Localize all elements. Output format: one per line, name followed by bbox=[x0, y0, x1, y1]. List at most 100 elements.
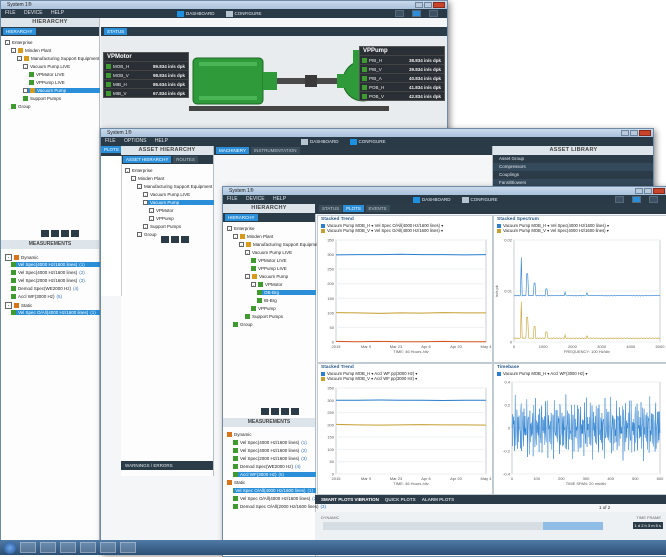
taskbar-app-button[interactable] bbox=[80, 542, 96, 553]
menu-file[interactable]: FILE bbox=[105, 138, 116, 144]
measurement-item[interactable]: Vel Spec O/All(4000 Hz/1600 lines)(2) bbox=[233, 496, 318, 501]
menu-help[interactable]: HELP bbox=[273, 196, 286, 202]
menu-help[interactable]: HELP bbox=[155, 138, 168, 144]
tool-button[interactable] bbox=[429, 10, 438, 17]
menu-device[interactable]: DEVICE bbox=[246, 196, 265, 202]
configure-button[interactable]: CONFIGURE bbox=[462, 195, 505, 204]
tool-button[interactable] bbox=[171, 236, 179, 243]
tool-button[interactable] bbox=[261, 408, 269, 415]
start-button[interactable] bbox=[4, 542, 16, 554]
hierarchy-tab[interactable]: HIERARCHY bbox=[3, 28, 36, 35]
taskbar-app-button[interactable] bbox=[120, 542, 136, 553]
tab-plots[interactable]: PLOTS bbox=[101, 146, 122, 153]
tool-button[interactable] bbox=[291, 408, 299, 415]
maximize-button[interactable] bbox=[644, 188, 652, 194]
taskbar-app-button[interactable] bbox=[60, 542, 76, 553]
tree-item[interactable]: -Vacuum Pump LIVE bbox=[143, 192, 190, 197]
tool-button[interactable] bbox=[395, 10, 404, 17]
configure-button[interactable]: CONFIGURE bbox=[350, 137, 393, 146]
tree-item[interactable]: -Manufacturing Support Equipment bbox=[17, 56, 99, 61]
asset-library-item[interactable]: Compressors bbox=[493, 163, 654, 171]
close-button[interactable] bbox=[653, 188, 665, 194]
tree-item[interactable]: -Minden Plant bbox=[11, 48, 51, 53]
plot-stacked-trend-2[interactable]: Stacked Trend Vacuum Pump MOB_H ▾ Accl W… bbox=[317, 363, 493, 495]
minimize-button[interactable] bbox=[621, 130, 629, 136]
tool-button[interactable] bbox=[71, 230, 79, 237]
tree-item[interactable]: Group bbox=[11, 104, 31, 109]
tree-item-selected[interactable]: -Vacuum Pump bbox=[23, 88, 100, 93]
tree-item-selected[interactable]: OB-Brg bbox=[257, 290, 316, 295]
configure-button[interactable]: CONFIGURE bbox=[226, 9, 269, 18]
dashboard-button[interactable]: DASHBOARD bbox=[177, 9, 222, 18]
tree-item[interactable]: VPPump LIVE bbox=[29, 80, 65, 85]
tree-item[interactable]: -Minden Plant bbox=[233, 234, 273, 239]
tool-button[interactable] bbox=[161, 236, 169, 243]
measurement-item[interactable]: Vel Spec(4000 Hz/1600 lines)(2) bbox=[11, 270, 85, 275]
tree-item-selected[interactable]: -Vacuum Pump bbox=[143, 200, 214, 205]
tool-button[interactable] bbox=[51, 230, 59, 237]
measurement-item[interactable]: Vel Spec(2000 Hz/1600 lines)(3) bbox=[11, 278, 85, 283]
measurement-item-selected[interactable]: Vel Spec O/All(4000 Hz/1600 lines)(1) bbox=[233, 488, 316, 493]
time-range-button[interactable]: 1 d 2 h 3 m 5 s bbox=[633, 522, 663, 529]
tree-item[interactable]: IB-Brg bbox=[257, 298, 277, 303]
measurement-item[interactable]: Demod Spec(WE2000 Hz)(4) bbox=[233, 464, 301, 469]
tree-item[interactable]: -Vacuum Pump LIVE bbox=[245, 250, 292, 255]
tab-status[interactable]: STATUS bbox=[319, 205, 342, 212]
timeline-window[interactable] bbox=[543, 522, 603, 530]
minimize-button[interactable] bbox=[415, 2, 423, 8]
tree-item[interactable]: -Enterprise bbox=[5, 40, 33, 45]
tree-item[interactable]: -Manufacturing Support Equipment bbox=[239, 242, 321, 247]
tool-button[interactable] bbox=[41, 230, 49, 237]
tree-item[interactable]: -Enterprise bbox=[227, 226, 255, 231]
tool-button[interactable] bbox=[271, 408, 279, 415]
measurement-item[interactable]: Demod Spec(WE2000 Hz)(4) bbox=[11, 286, 79, 291]
tree-item[interactable]: Group bbox=[233, 322, 253, 327]
tool-button[interactable] bbox=[632, 196, 641, 203]
menu-file[interactable]: FILE bbox=[227, 196, 238, 202]
tree-item[interactable]: VPPump LIVE bbox=[251, 266, 287, 271]
tree-item[interactable]: -Support Pumps bbox=[143, 224, 181, 229]
tree-item[interactable]: -VPPump bbox=[149, 216, 174, 221]
tool-button[interactable] bbox=[649, 196, 658, 203]
dashboard-button[interactable]: DASHBOARD bbox=[413, 195, 458, 204]
measurement-item-selected[interactable]: Accl WF(3000 Hz)(5) bbox=[233, 472, 316, 477]
tab-status[interactable]: STATUS bbox=[104, 28, 127, 35]
tool-button[interactable] bbox=[61, 230, 69, 237]
tree-item[interactable]: -Vacuum Pump bbox=[245, 274, 288, 279]
measurement-item[interactable]: Static bbox=[227, 480, 245, 485]
asset-library-item[interactable]: Asset Group bbox=[493, 155, 654, 163]
tab-asset-hierarchy[interactable]: ASSET HIERARCHY bbox=[123, 156, 171, 163]
tab-instrumentation[interactable]: INSTRUMENTATION bbox=[251, 147, 300, 154]
tree-item[interactable]: -Group bbox=[137, 232, 157, 237]
asset-library-item[interactable]: Couplings bbox=[493, 171, 654, 179]
measurement-item[interactable]: Demod Spec O/All(2000 Hz/1600 lines)(3) bbox=[233, 504, 326, 509]
measurement-item-selected[interactable]: Vel Spec O/All(4000 Hz/1600 lines)(1) bbox=[11, 310, 100, 315]
menu-file[interactable]: FILE bbox=[5, 10, 16, 16]
plot-stacked-spectrum[interactable]: Stacked Spectrum Vacuum Pump MOB_H ▾ Vel… bbox=[493, 215, 666, 363]
tree-item[interactable]: -VPMotor bbox=[251, 282, 283, 287]
tree-item[interactable]: -Minden Plant bbox=[131, 176, 164, 181]
measurement-item[interactable]: Accl WF(3000 Hz)(5) bbox=[11, 294, 62, 299]
tool-button[interactable] bbox=[615, 196, 624, 203]
menu-options[interactable]: OPTIONS bbox=[124, 138, 147, 144]
tool-button[interactable] bbox=[281, 408, 289, 415]
taskbar-app-button[interactable] bbox=[100, 542, 116, 553]
tree-item[interactable]: -VPMotor bbox=[149, 208, 174, 213]
taskbar-app-button[interactable] bbox=[40, 542, 56, 553]
tab-alarm-plots[interactable]: ALARM PLOTS bbox=[422, 497, 455, 502]
taskbar-app-button[interactable] bbox=[20, 542, 36, 553]
tab-machinery[interactable]: MACHINERY bbox=[216, 147, 249, 154]
measurement-item-selected[interactable]: Vel Spec(4000 Hz/1600 lines)(1) bbox=[11, 262, 100, 267]
warnings-bar[interactable]: WARNINGS / ERRORS bbox=[121, 461, 213, 470]
hierarchy-tab[interactable]: HIERARCHY bbox=[225, 214, 258, 221]
tree-item[interactable]: VPMotor LIVE bbox=[251, 258, 287, 263]
maximize-button[interactable] bbox=[630, 130, 638, 136]
tree-item[interactable]: VPPump bbox=[251, 306, 276, 311]
tree-item[interactable]: -Vacuum Pump LIVE bbox=[23, 64, 70, 69]
tab-quick-plots[interactable]: QUICK PLOTS bbox=[385, 497, 416, 502]
measurement-item[interactable]: -Dynamic bbox=[5, 254, 39, 261]
tab-events[interactable]: EVENTS bbox=[366, 205, 390, 212]
tab-smart-plots[interactable]: SMART PLOTS VIBRATION bbox=[321, 497, 379, 502]
plot-timebase[interactable]: Timebase Vacuum Pump MOB_H ▾ Accl WF(300… bbox=[493, 363, 666, 495]
tree-item[interactable]: Support Pumps bbox=[23, 96, 61, 101]
